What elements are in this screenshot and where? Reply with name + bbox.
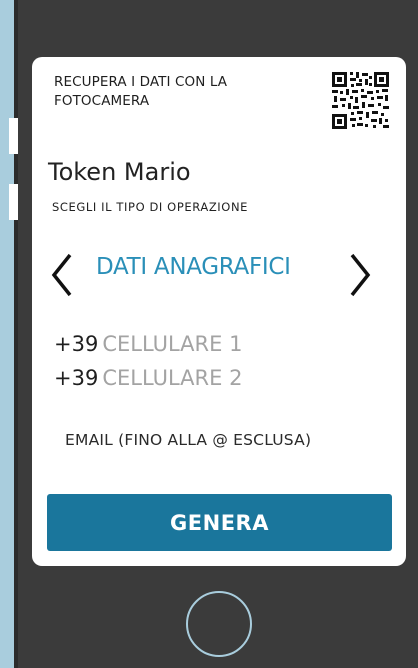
operation-type-label: SCEGLI IL TIPO DI OPERAZIONE (52, 200, 249, 214)
genera-button[interactable]: GENERA (47, 494, 392, 551)
side-button-lower (9, 184, 18, 220)
phone-edge-border (14, 0, 18, 668)
phone-row-1: +39 CELLULARE 1 (54, 332, 242, 356)
phone-edge (0, 0, 14, 668)
mobile-1-field[interactable]: CELLULARE 1 (102, 332, 242, 356)
mobile-2-field[interactable]: CELLULARE 2 (102, 366, 242, 390)
operation-type-title: DATI ANAGRAFICI (96, 254, 291, 280)
email-field[interactable]: EMAIL (FINO ALLA @ ESCLUSA) (65, 431, 311, 449)
phone-row-2: +39 CELLULARE 2 (54, 366, 242, 390)
chevron-left-icon[interactable] (46, 251, 78, 299)
screen-card: RECUPERA I DATI CON LA FOTOCAMERA Token … (32, 57, 406, 566)
country-prefix: +39 (54, 332, 99, 356)
country-prefix: +39 (54, 366, 99, 390)
camera-recovery-text: RECUPERA I DATI CON LA FOTOCAMERA (54, 74, 228, 109)
side-button-upper (9, 118, 18, 154)
user-name: Token Mario (48, 158, 191, 186)
qr-code-icon[interactable] (331, 71, 390, 130)
home-button[interactable] (186, 591, 252, 657)
chevron-right-icon[interactable] (344, 251, 376, 299)
